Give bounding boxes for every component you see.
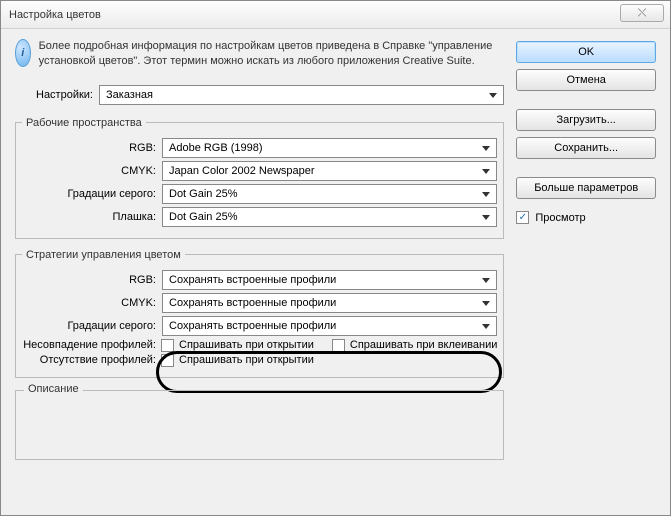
mismatch-paste-checkbox[interactable] <box>332 339 345 352</box>
missing-open-label: Спрашивать при открытии <box>179 354 314 366</box>
preview-row: Просмотр <box>516 211 656 224</box>
spot-combo[interactable]: Dot Gain 25% <box>162 207 497 227</box>
missing-open-checkbox[interactable] <box>161 354 174 367</box>
cancel-button[interactable]: Отмена <box>516 69 656 91</box>
pol-gray-combo[interactable]: Сохранять встроенные профили <box>162 316 497 336</box>
info-row: i Более подробная информация по настройк… <box>15 39 504 69</box>
dialog-window: Настройка цветов ⤬ i Более подробная инф… <box>0 0 671 516</box>
content-area: i Более подробная информация по настройк… <box>1 29 670 515</box>
info-text: Более подробная информация по настройкам… <box>39 39 505 69</box>
info-icon: i <box>15 39 31 67</box>
pol-gray-label: Градации серого: <box>22 320 156 332</box>
policies-group: Стратегии управления цветом RGB: Сохранят… <box>15 249 504 378</box>
settings-row: Настройки: Заказная <box>25 85 504 105</box>
close-icon: ⤬ <box>638 7 647 20</box>
gray-label: Градации серого: <box>22 188 156 200</box>
window-title: Настройка цветов <box>9 9 101 21</box>
mismatch-label: Несовпадение профилей: <box>22 339 156 351</box>
close-button[interactable]: ⤬ <box>620 4 664 22</box>
gray-combo[interactable]: Dot Gain 25% <box>162 184 497 204</box>
pol-cmyk-label: CMYK: <box>22 297 156 309</box>
description-group: Описание <box>15 390 504 460</box>
missing-row: Отсутствие профилей: Спрашивать при откр… <box>22 354 497 367</box>
missing-label: Отсутствие профилей: <box>22 354 156 366</box>
spot-label: Плашка: <box>22 211 156 223</box>
pol-rgb-label: RGB: <box>22 274 156 286</box>
preview-checkbox[interactable] <box>516 211 529 224</box>
titlebar: Настройка цветов ⤬ <box>1 1 670 29</box>
policies-legend: Стратегии управления цветом <box>22 249 185 261</box>
more-params-button[interactable]: Больше параметров <box>516 177 656 199</box>
preview-label: Просмотр <box>535 212 585 224</box>
pol-cmyk-combo[interactable]: Сохранять встроенные профили <box>162 293 497 313</box>
rgb-combo[interactable]: Adobe RGB (1998) <box>162 138 497 158</box>
pol-rgb-combo[interactable]: Сохранять встроенные профили <box>162 270 497 290</box>
ok-button[interactable]: OK <box>516 41 656 63</box>
mismatch-row: Несовпадение профилей: Спрашивать при от… <box>22 339 497 352</box>
left-panel: i Более подробная информация по настройк… <box>15 39 504 501</box>
save-button[interactable]: Сохранить... <box>516 137 656 159</box>
settings-label: Настройки: <box>25 89 93 101</box>
mismatch-paste-label: Спрашивать при вклеивании <box>350 339 497 351</box>
cmyk-label: CMYK: <box>22 165 156 177</box>
workspaces-legend: Рабочие пространства <box>22 117 146 129</box>
mismatch-open-checkbox[interactable] <box>161 339 174 352</box>
rgb-label: RGB: <box>22 142 156 154</box>
right-panel: OK Отмена Загрузить... Сохранить... Боль… <box>516 39 656 501</box>
settings-value: Заказная <box>106 89 153 101</box>
settings-combo[interactable]: Заказная <box>99 85 504 105</box>
description-legend: Описание <box>24 383 83 395</box>
workspaces-group: Рабочие пространства RGB: Adobe RGB (1998… <box>15 117 504 239</box>
mismatch-open-label: Спрашивать при открытии <box>179 339 314 351</box>
cmyk-combo[interactable]: Japan Color 2002 Newspaper <box>162 161 497 181</box>
load-button[interactable]: Загрузить... <box>516 109 656 131</box>
